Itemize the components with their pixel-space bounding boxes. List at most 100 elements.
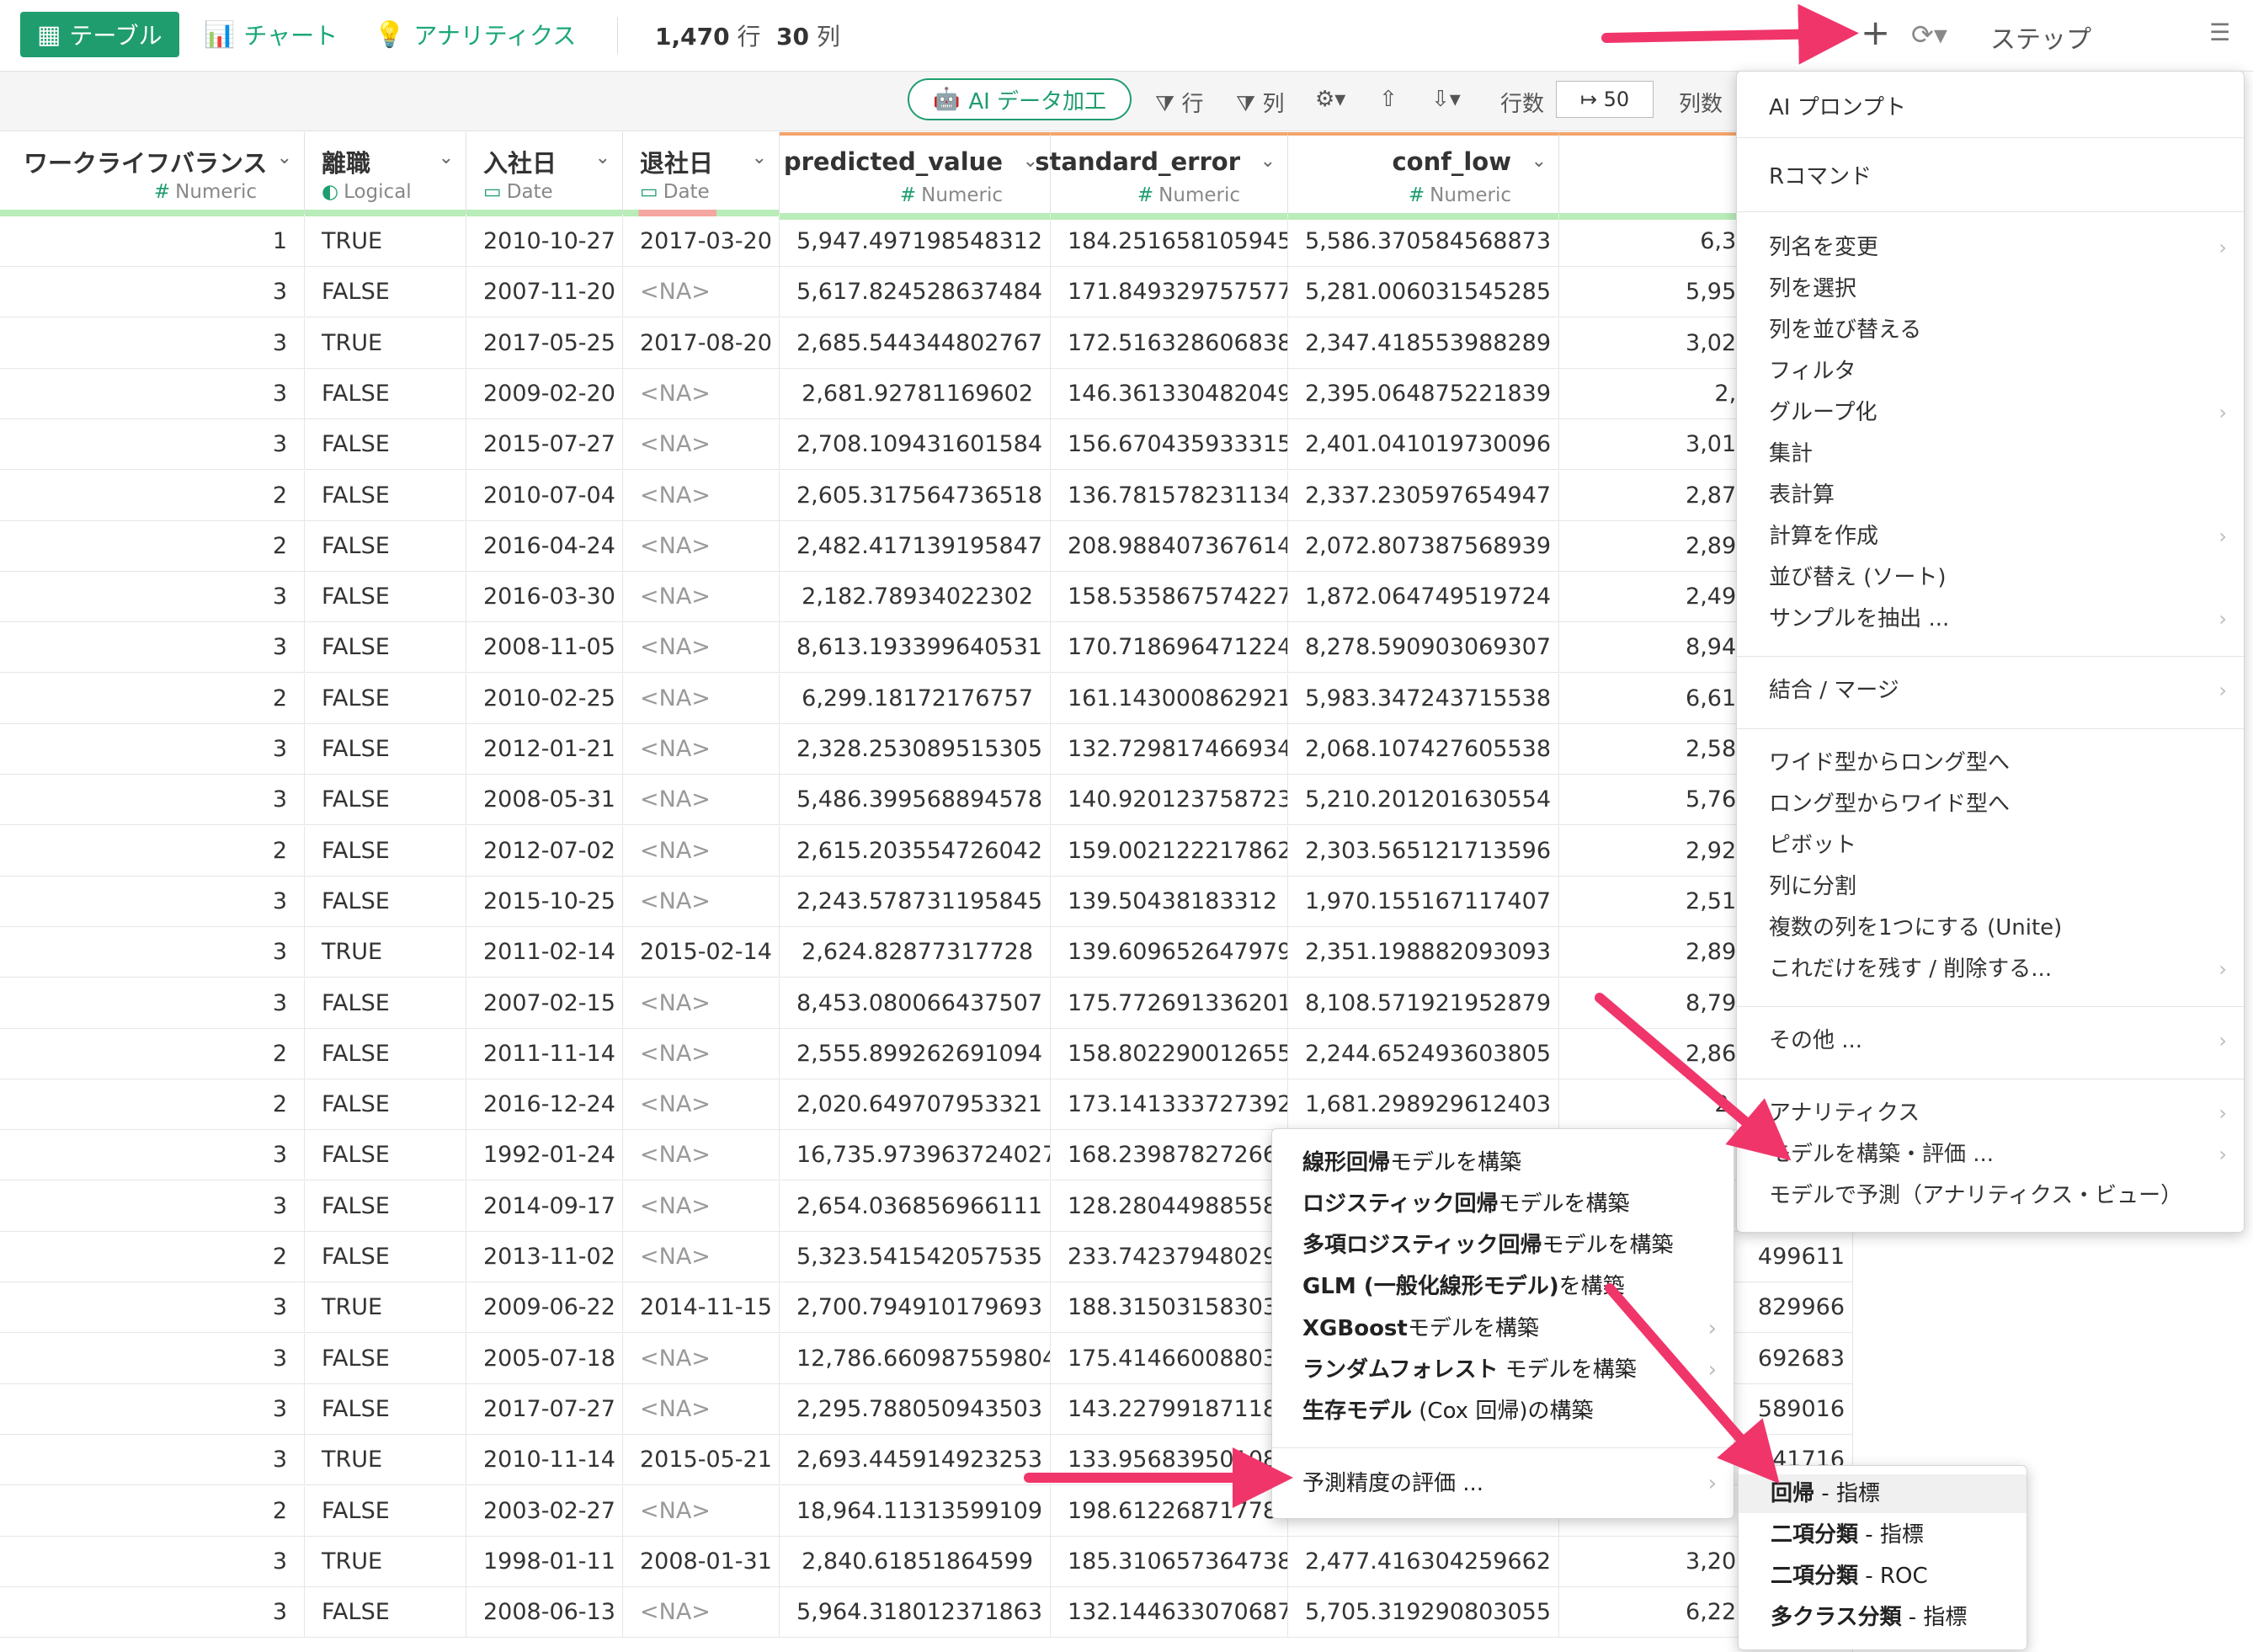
table-cell: 8,278.590903069307 — [1288, 622, 1559, 673]
table-row[interactable]: 3 TRUE 2017-05-25 2017-08-20 2,685.544344802… — [0, 318, 1852, 369]
table-row[interactable]: 3 FALSE 2007-11-20 <NA> 5,617.824528637484 17… — [0, 267, 1852, 317]
menu-separator — [1737, 1006, 2244, 1007]
model-menu-item[interactable]: ロジスティック回帰モデルを構築 — [1272, 1185, 1734, 1223]
column-header[interactable]: 入社日 ▭ Date ⌄ — [466, 132, 623, 216]
chevron-down-icon[interactable]: ⌄ — [1260, 151, 1276, 172]
eval-type: 二項分類 — [1771, 1522, 1859, 1548]
menu-item[interactable]: 集計 — [1737, 434, 2244, 473]
menu-item[interactable]: モデルを構築・評価 ... › — [1737, 1135, 2244, 1174]
table-row[interactable]: 2 FALSE 2010-02-25 <NA> 6,299.18172176757 161… — [0, 674, 1852, 724]
menu-item[interactable]: グループ化 › — [1737, 393, 2244, 432]
menu-item[interactable]: ピボット — [1737, 826, 2244, 865]
table-cell: TRUE — [305, 216, 466, 267]
menu-item[interactable]: モデルで予測（アナリティクス・ビュー） — [1737, 1176, 2244, 1215]
eval-menu-item[interactable]: 二項分類 - ROC — [1739, 1557, 2027, 1596]
chevron-down-icon[interactable]: ⌄ — [595, 147, 610, 168]
table-row[interactable]: 2 FALSE 2016-12-24 <NA> 2,020.649707953321 17… — [0, 1079, 1852, 1130]
tab-chart[interactable]: 📊 チャート — [204, 12, 338, 57]
table-cell: 2015-10-25 — [466, 877, 623, 927]
model-menu-item[interactable]: GLM (一般化線形モデル)を構築 — [1272, 1267, 1734, 1306]
table-cell: 2,020.649707953321 — [780, 1079, 1051, 1130]
table-row[interactable]: 1 TRUE 2010-10-27 2017-03-20 5,947.497198548… — [0, 216, 1852, 267]
eval-menu-item[interactable]: 二項分類 - 指標 — [1739, 1516, 2027, 1554]
model-menu-item[interactable]: 線形回帰モデルを構築 — [1272, 1143, 1734, 1182]
table-row[interactable]: 2 FALSE 2011-11-14 <NA> 2,555.899262691094 15… — [0, 1029, 1852, 1079]
gear-icon[interactable]: ⚙▾ — [1315, 87, 1345, 112]
menu-item[interactable]: サンプルを抽出 ... › — [1737, 600, 2244, 638]
column-header[interactable]: standard_error # Numeric ⌄ — [1035, 132, 1288, 220]
table-row[interactable]: 3 FALSE 2008-06-13 <NA> 5,964.318012371863 13… — [0, 1587, 1852, 1638]
menu-item[interactable]: 複数の列を1つにする (Unite) — [1737, 909, 2244, 947]
menu-item[interactable]: 列を並び替える — [1737, 311, 2244, 349]
column-header[interactable]: 退社日 ▭ Date ⌄ — [623, 132, 780, 216]
refresh-icon[interactable]: ⟳▾ — [1911, 19, 1947, 51]
table-row[interactable]: 3 FALSE 2007-02-15 <NA> 8,453.080066437507 17… — [0, 978, 1852, 1029]
menu-item[interactable]: 表計算 — [1737, 476, 2244, 514]
table-row[interactable]: 2 FALSE 2012-07-02 <NA> 2,615.203554726042 15… — [0, 826, 1852, 877]
menu-item[interactable]: 列名を変更 › — [1737, 228, 2244, 267]
table-row[interactable]: 2 FALSE 2010-07-04 <NA> 2,605.317564736518 13… — [0, 471, 1852, 521]
column-type: # Numeric — [154, 181, 257, 203]
table-row[interactable]: 3 TRUE 2011-02-14 2015-02-14 2,624.828773177… — [0, 927, 1852, 978]
column-header[interactable]: ワークライフバランス # Numeric ⌄ — [0, 132, 305, 216]
upload-icon[interactable]: ⇧ — [1379, 87, 1398, 112]
menu-item-label: フィルタ — [1769, 359, 1856, 384]
table-row[interactable]: 3 FALSE 2012-01-21 <NA> 2,328.253089515305 13… — [0, 724, 1852, 775]
model-menu-item[interactable]: 予測精度の評価 ... › — [1272, 1464, 1734, 1503]
model-action: モデルを構築 — [1498, 1357, 1637, 1383]
download-icon[interactable]: ⇩▾ — [1431, 87, 1461, 112]
table-row[interactable]: 3 FALSE 2016-03-30 <NA> 2,182.78934022302 158… — [0, 572, 1852, 622]
rows-input[interactable]: ↦ 50 — [1556, 81, 1654, 118]
menu-item[interactable]: AI プロンプト — [1737, 88, 2244, 127]
menu-item[interactable]: アナリティクス › — [1737, 1094, 2244, 1132]
table-cell: 2,624.82877317728 — [780, 927, 1051, 978]
menu-item[interactable]: 列を選択 — [1737, 269, 2244, 308]
add-step-button[interactable]: + — [1861, 12, 1890, 53]
menu-item-label: Rコマンド — [1769, 164, 1872, 189]
menu-item[interactable]: フィルタ — [1737, 352, 2244, 391]
table-cell: 175.772691336201 — [1051, 978, 1288, 1029]
menu-item[interactable]: 列に分割 — [1737, 867, 2244, 906]
table-row[interactable]: 3 FALSE 2008-05-31 <NA> 5,486.399568894578 14… — [0, 775, 1852, 825]
chevron-down-icon[interactable]: ⌄ — [277, 147, 292, 168]
model-menu-item[interactable]: 多項ロジスティック回帰モデルを構築 — [1272, 1226, 1734, 1265]
chevron-down-icon[interactable]: ⌄ — [752, 147, 767, 168]
table-row[interactable]: 3 FALSE 2008-11-05 <NA> 8,613.193399640531 17… — [0, 622, 1852, 673]
menu-item-label: これだけを残す / 削除する... — [1769, 957, 2053, 982]
column-header[interactable]: conf_low # Numeric ⌄ — [1288, 132, 1559, 220]
type-label: Date — [663, 181, 710, 203]
table-row[interactable]: 2 FALSE 2016-04-24 <NA> 2,482.417139195847 20… — [0, 521, 1852, 572]
table-cell: 2017-07-27 — [466, 1384, 623, 1435]
menu-item[interactable]: ワイド型からロング型へ — [1737, 743, 2244, 782]
menu-item-label: モデルで予測（アナリティクス・ビュー） — [1769, 1183, 2183, 1208]
filter-cols-button[interactable]: ⧩ 列 — [1236, 87, 1284, 118]
ai-data-processing-button[interactable]: 🤖 AI データ加工 — [908, 78, 1132, 120]
menu-item[interactable]: 並び替え (ソート) — [1737, 558, 2244, 597]
model-menu-item[interactable]: ランダムフォレスト モデルを構築 › — [1272, 1351, 1734, 1389]
column-header[interactable]: 離職 ◐ Logical ⌄ — [305, 132, 466, 216]
lightbulb-icon: 💡 — [374, 19, 406, 50]
chevron-down-icon[interactable]: ⌄ — [1531, 151, 1547, 172]
menu-item-label: 列に分割 — [1769, 874, 1857, 899]
table-row[interactable]: 3 FALSE 2009-02-20 <NA> 2,681.92781169602 146… — [0, 369, 1852, 419]
eval-menu-item[interactable]: 多クラス分類 - 指標 — [1739, 1598, 2027, 1637]
tab-table[interactable]: ▦ テーブル — [20, 12, 179, 57]
table-row[interactable]: 3 TRUE 1998-01-11 2008-01-31 2,840.618518645… — [0, 1537, 1852, 1587]
tab-analytics[interactable]: 💡 アナリティクス — [374, 12, 576, 57]
table-row[interactable]: 3 FALSE 2015-07-27 <NA> 2,708.109431601584 15… — [0, 419, 1852, 470]
menu-item[interactable]: その他 ... › — [1737, 1021, 2244, 1060]
model-menu-item[interactable]: XGBoostモデルを構築 › — [1272, 1309, 1734, 1348]
menu-item[interactable]: 結合 / マージ › — [1737, 671, 2244, 710]
menu-item[interactable]: ロング型からワイド型へ — [1737, 785, 2244, 823]
settings-sliders-icon[interactable]: ☰ — [2209, 19, 2230, 46]
eval-menu-item[interactable]: 回帰 - 指標 — [1739, 1474, 2027, 1513]
table-row[interactable]: 3 FALSE 2015-10-25 <NA> 2,243.578731195845 13… — [0, 877, 1852, 927]
menu-item[interactable]: Rコマンド — [1737, 157, 2244, 196]
filter-rows-button[interactable]: ⧩ 行 — [1155, 87, 1203, 118]
menu-item-label: 列を並び替える — [1769, 317, 1922, 343]
model-menu-item[interactable]: 生存モデル (Cox 回帰)の構築 — [1272, 1392, 1734, 1431]
menu-item[interactable]: 計算を作成 › — [1737, 517, 2244, 556]
menu-item[interactable]: これだけを残す / 削除する... › — [1737, 950, 2244, 989]
chevron-down-icon[interactable]: ⌄ — [439, 147, 454, 168]
column-header[interactable]: predicted_value # Numeric ⌄ — [780, 132, 1051, 220]
